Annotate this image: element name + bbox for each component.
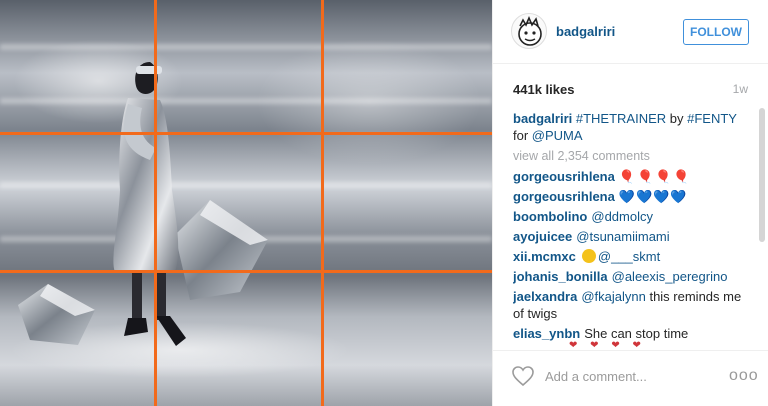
comment-item: boombolino @ddmolcy [513, 208, 753, 225]
comment-item: gorgeousrihlena 🎈🎈🎈🎈 [513, 168, 753, 185]
grid-line-vertical-1 [154, 0, 157, 406]
add-comment-input[interactable] [545, 366, 715, 386]
comment-item: ayojuicee @tsunamiimami [513, 228, 753, 245]
mention-link[interactable]: @aleexis_peregrino [612, 269, 728, 284]
caption-username[interactable]: badgalriri [513, 111, 572, 126]
comment-username[interactable]: ayojuicee [513, 229, 572, 244]
post-author-username[interactable]: badgalriri [556, 24, 615, 39]
comment-item: johanis_bonilla @aleexis_peregrino [513, 268, 753, 285]
grid-line-horizontal-1 [0, 132, 492, 135]
mention-link[interactable]: @ddmolcy [591, 209, 653, 224]
scrollbar-thumb[interactable] [759, 108, 765, 242]
comment-item: xii.mcmxc @___skmt [513, 248, 753, 265]
comments-scrollbar[interactable] [759, 106, 765, 338]
post-photo[interactable] [0, 0, 492, 406]
comment-username[interactable]: xii.mcmxc [513, 249, 576, 264]
avatar-face-icon [518, 15, 542, 46]
comment-username[interactable]: jaelxandra [513, 289, 577, 304]
mention-link[interactable]: @tsunamiimami [576, 229, 669, 244]
comment-username[interactable]: johanis_bonilla [513, 269, 608, 284]
mention-link[interactable]: @PUMA [532, 128, 583, 143]
hashtag-link[interactable]: #THETRAINER [576, 111, 666, 126]
photo-scene [10, 62, 350, 378]
comment-username[interactable]: boombolino [513, 209, 587, 224]
smile-emoji-icon [581, 249, 596, 263]
caption: badgalriri #THETRAINER by #FENTY for @PU… [513, 110, 753, 144]
comment-username[interactable]: gorgeousrihlena [513, 189, 615, 204]
post-details-panel: badgalriri FOLLOW 441k likes 1w badgalri… [492, 0, 768, 406]
comment-bar: ooo [493, 350, 768, 406]
comments-list[interactable]: badgalriri #THETRAINER by #FENTY for @PU… [513, 110, 753, 350]
comment-username[interactable]: elias_ynbn [513, 326, 580, 341]
more-options-icon[interactable]: ooo [729, 367, 759, 385]
heart-icon[interactable] [511, 365, 535, 387]
caption-text: for [513, 128, 532, 143]
grid-line-vertical-2 [321, 0, 324, 406]
comment-username[interactable]: gorgeousrihlena [513, 169, 615, 184]
mention-link[interactable]: @___skmt [598, 249, 660, 264]
mention-link[interactable]: @fkajalynn [581, 289, 646, 304]
follow-button[interactable]: FOLLOW [683, 19, 749, 45]
grid-line-horizontal-2 [0, 270, 492, 273]
blue-heart-emoji: 💙💙💙💙 [618, 189, 688, 204]
post-header: badgalriri FOLLOW [493, 0, 768, 64]
likes-count[interactable]: 441k likes [513, 82, 574, 97]
caption-text: by [666, 111, 688, 126]
comment-item: gorgeousrihlena 💙💙💙💙 [513, 188, 753, 205]
view-all-comments-link[interactable]: view all 2,354 comments [513, 148, 753, 165]
hashtag-link[interactable]: #FENTY [687, 111, 737, 126]
comment-text: She can stop time [584, 326, 689, 341]
avatar[interactable] [511, 13, 547, 49]
comment-item: jaelxandra @fkajalynn this reminds me of … [513, 288, 753, 322]
balloon-emoji: 🎈🎈🎈🎈 [618, 169, 692, 184]
post-age[interactable]: 1w [733, 82, 748, 96]
